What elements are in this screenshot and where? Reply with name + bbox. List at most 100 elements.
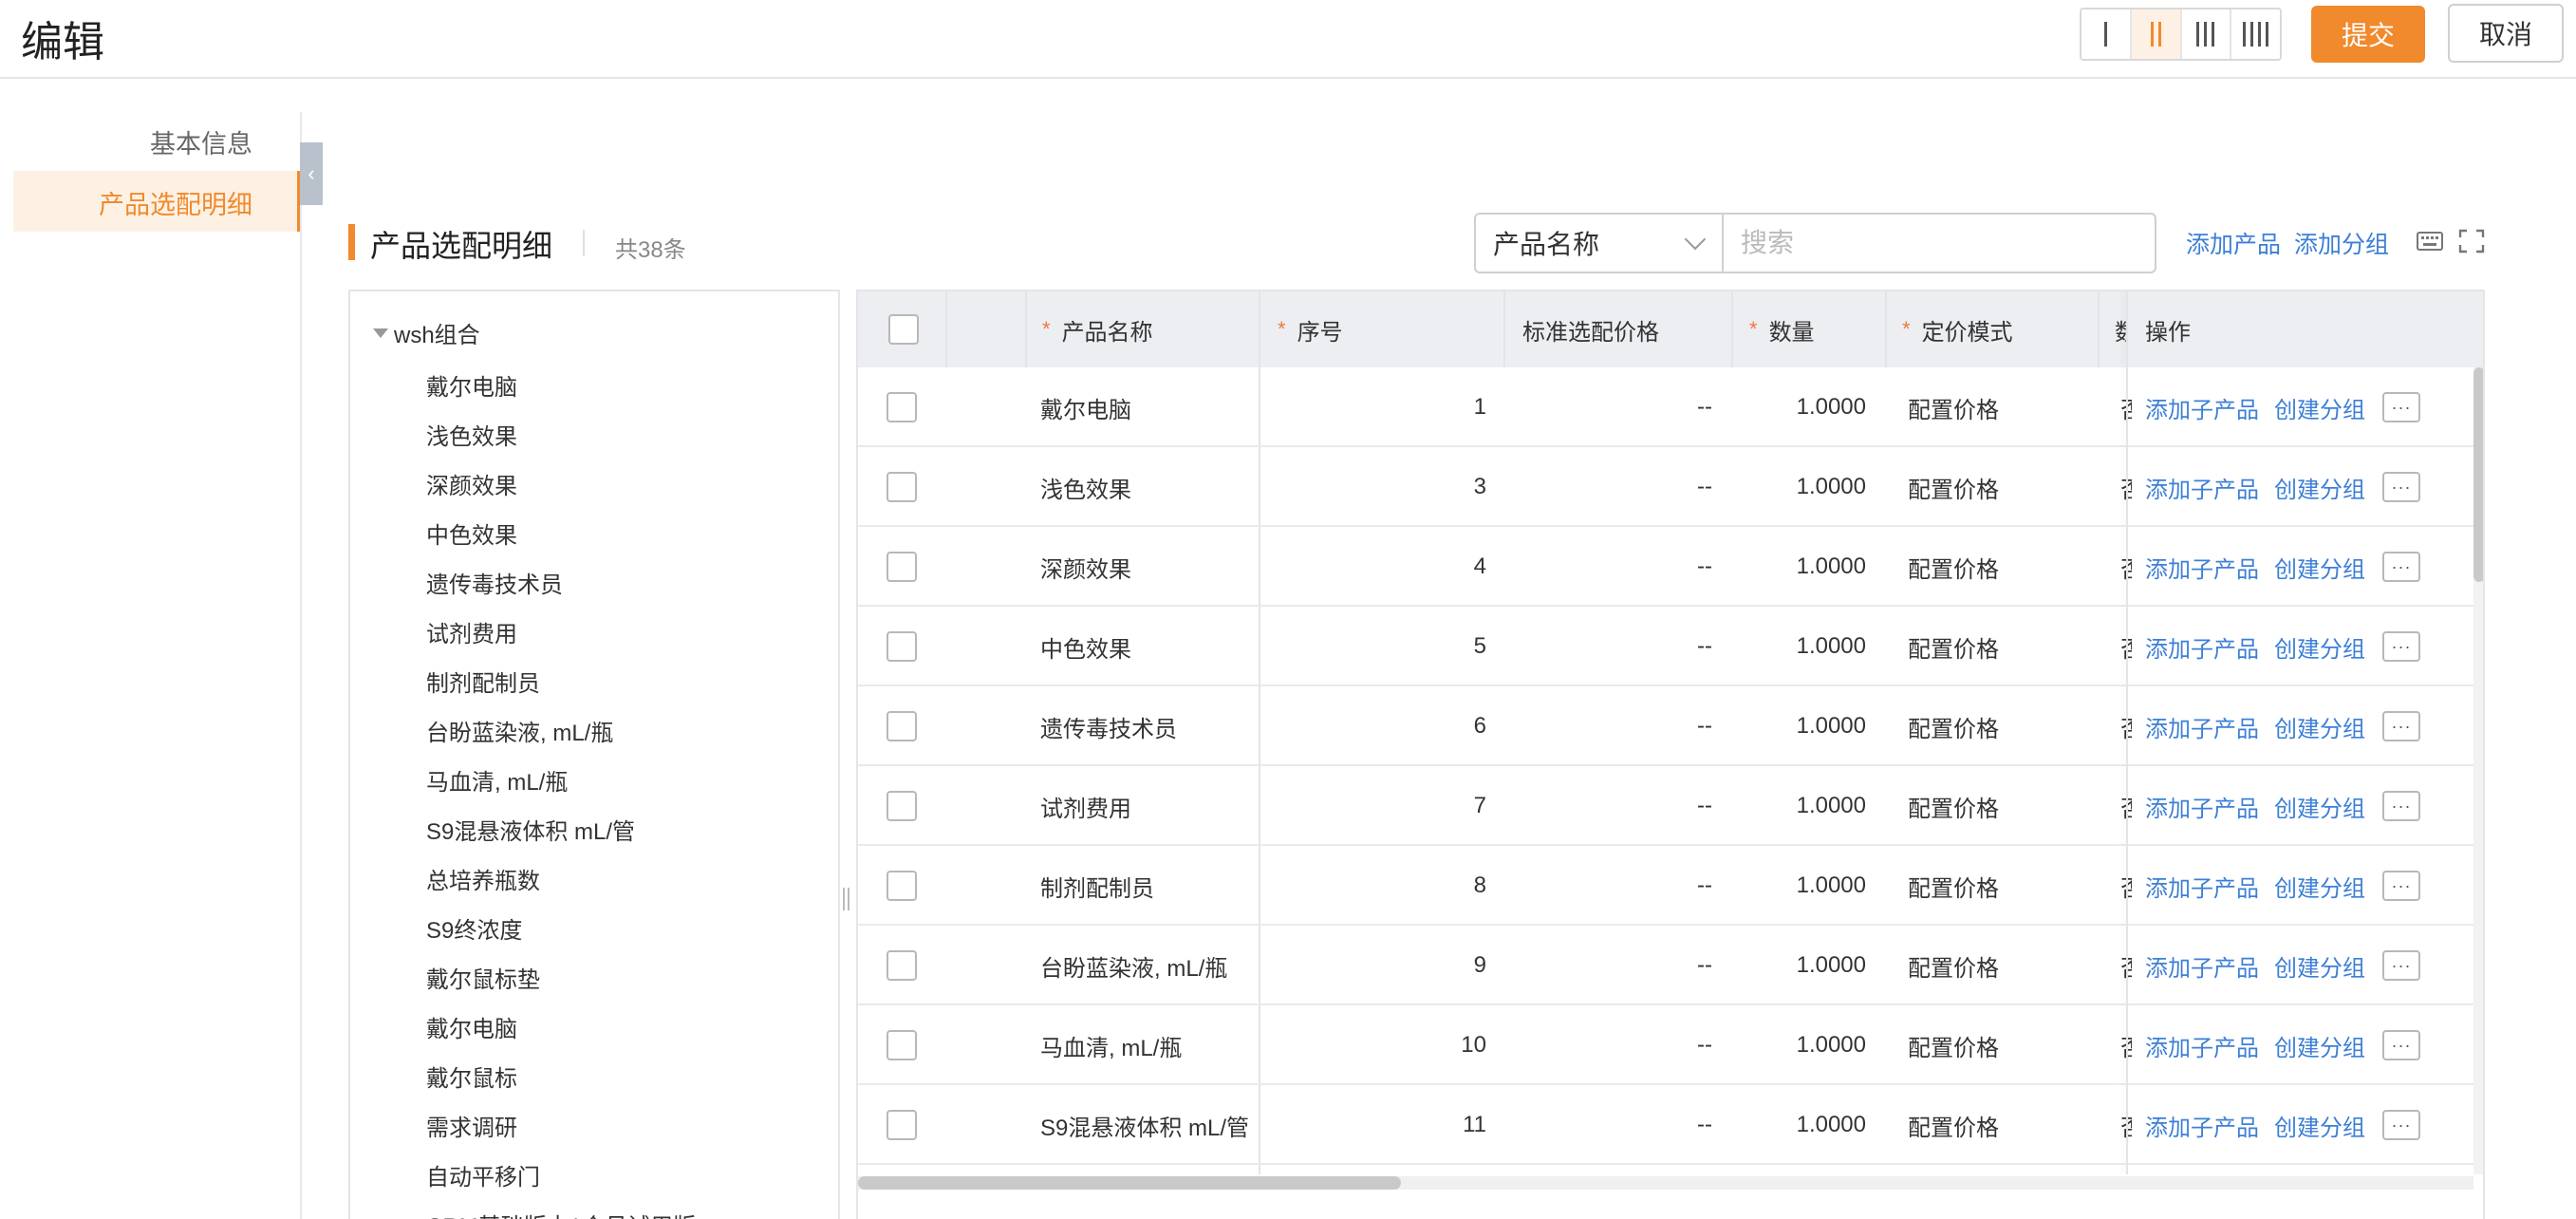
create-group-link[interactable]: 创建分组 (2274, 607, 2365, 686)
tree-item[interactable]: 遗传毒技术员 (426, 561, 696, 610)
search-field-select[interactable]: 产品名称 (1474, 213, 1724, 273)
panel-resize-handle[interactable] (840, 888, 851, 916)
add-child-product-link[interactable]: 添加子产品 (2145, 607, 2259, 686)
more-actions-icon[interactable]: ··· (2382, 791, 2420, 821)
row-checkbox[interactable] (887, 791, 917, 821)
keyboard-icon[interactable] (2416, 228, 2444, 254)
row-checkbox[interactable] (887, 552, 917, 582)
more-actions-icon[interactable]: ··· (2382, 950, 2420, 981)
add-child-product-link[interactable]: 添加子产品 (2145, 367, 2259, 447)
create-group-link[interactable]: 创建分组 (2274, 926, 2365, 1005)
tree-item[interactable]: 台盼蓝染液, mL/瓶 (426, 709, 696, 759)
create-group-label[interactable]: 创建分组 (2274, 1029, 2365, 1062)
tree-item[interactable]: 中色效果 (426, 512, 696, 561)
add-product-link[interactable]: 添加产品 (2186, 226, 2281, 260)
tree-item[interactable]: 戴尔电脑 (426, 364, 696, 413)
add-child-product-link[interactable]: 添加子产品 (2145, 1005, 2259, 1085)
row-checkbox[interactable] (887, 1110, 917, 1140)
create-group-label[interactable]: 创建分组 (2274, 471, 2365, 504)
create-group-label[interactable]: 创建分组 (2274, 790, 2365, 823)
search-input[interactable] (1722, 213, 2156, 273)
add-child-product-label[interactable]: 添加子产品 (2145, 949, 2259, 983)
create-group-link[interactable]: 创建分组 (2274, 846, 2365, 926)
add-child-product-label[interactable]: 添加子产品 (2145, 1029, 2259, 1062)
tree-item[interactable]: 深颜效果 (426, 462, 696, 512)
add-child-product-label[interactable]: 添加子产品 (2145, 551, 2259, 584)
sidebar-item-basic-info[interactable]: 基本信息 (150, 123, 252, 160)
row-checkbox[interactable] (887, 472, 917, 502)
create-group-label[interactable]: 创建分组 (2274, 949, 2365, 983)
tree-item[interactable]: 马血清, mL/瓶 (426, 759, 696, 808)
create-group-link[interactable]: 创建分组 (2274, 686, 2365, 766)
create-group-label[interactable]: 创建分组 (2274, 391, 2365, 424)
col-header-truncated[interactable]: 数 (2115, 291, 2126, 367)
caret-down-icon[interactable] (373, 328, 388, 338)
add-child-product-label[interactable]: 添加子产品 (2145, 471, 2259, 504)
add-child-product-link[interactable]: 添加子产品 (2145, 1085, 2259, 1165)
add-child-product-link[interactable]: 添加子产品 (2145, 686, 2259, 766)
tree-item[interactable]: 试剂费用 (426, 610, 696, 660)
add-child-product-link[interactable]: 添加子产品 (2145, 766, 2259, 846)
create-group-label[interactable]: 创建分组 (2274, 710, 2365, 743)
row-checkbox[interactable] (887, 631, 917, 662)
col-header-pricing-mode[interactable]: * 定价模式 (1902, 291, 2013, 367)
row-checkbox[interactable] (887, 392, 917, 422)
horizontal-scrollbar-thumb[interactable] (858, 1176, 1401, 1190)
more-actions-icon[interactable]: ··· (2382, 871, 2420, 901)
row-checkbox[interactable] (887, 871, 917, 901)
tree-item[interactable]: 戴尔鼠标 (426, 1055, 696, 1104)
tree-item[interactable]: CRM基础版本1个月试用版 (426, 1203, 696, 1219)
create-group-label[interactable]: 创建分组 (2274, 870, 2365, 903)
fullscreen-icon[interactable] (2457, 228, 2486, 254)
create-group-label[interactable]: 创建分组 (2274, 1109, 2365, 1142)
add-child-product-label[interactable]: 添加子产品 (2145, 630, 2259, 664)
tree-item[interactable]: 戴尔鼠标垫 (426, 956, 696, 1005)
create-group-link[interactable]: 创建分组 (2274, 447, 2365, 527)
cancel-button[interactable]: 取消 (2448, 4, 2564, 63)
tree-item[interactable]: 总培养瓶数 (426, 857, 696, 907)
add-group-link[interactable]: 添加分组 (2294, 226, 2389, 260)
row-checkbox[interactable] (887, 950, 917, 981)
add-child-product-link[interactable]: 添加子产品 (2145, 447, 2259, 527)
layout-4-column-button[interactable] (2231, 9, 2280, 59)
submit-button[interactable]: 提交 (2311, 6, 2425, 63)
add-child-product-label[interactable]: 添加子产品 (2145, 391, 2259, 424)
add-child-product-link[interactable]: 添加子产品 (2145, 527, 2259, 607)
more-actions-icon[interactable]: ··· (2382, 1030, 2420, 1060)
row-checkbox[interactable] (887, 1030, 917, 1060)
add-child-product-label[interactable]: 添加子产品 (2145, 1109, 2259, 1142)
col-header-seq[interactable]: * 序号 (1278, 291, 1343, 367)
add-child-product-label[interactable]: 添加子产品 (2145, 710, 2259, 743)
layout-2-column-button[interactable] (2131, 9, 2182, 59)
add-child-product-link[interactable]: 添加子产品 (2145, 846, 2259, 926)
col-header-qty[interactable]: * 数量 (1749, 291, 1815, 367)
tree-item[interactable]: 浅色效果 (426, 413, 696, 462)
create-group-link[interactable]: 创建分组 (2274, 1005, 2365, 1085)
sidebar-item-product-config[interactable]: 产品选配明细 (99, 184, 252, 221)
tree-item[interactable]: 需求调研 (426, 1104, 696, 1153)
tree-item[interactable]: S9混悬液体积 mL/管 (426, 808, 696, 857)
col-header-std-price[interactable]: 标准选配价格 (1522, 291, 1659, 367)
more-actions-icon[interactable]: ··· (2382, 472, 2420, 502)
col-header-product-name[interactable]: * 产品名称 (1042, 291, 1153, 367)
tree-item[interactable]: S9终浓度 (426, 907, 696, 956)
collapse-nav-button[interactable]: ‹ (300, 142, 323, 205)
more-actions-icon[interactable]: ··· (2382, 711, 2420, 741)
vertical-scrollbar-thumb[interactable] (2473, 367, 2483, 582)
add-child-product-label[interactable]: 添加子产品 (2145, 870, 2259, 903)
more-actions-icon[interactable]: ··· (2382, 1110, 2420, 1140)
layout-1-column-button[interactable] (2081, 9, 2132, 59)
more-actions-icon[interactable]: ··· (2382, 552, 2420, 582)
layout-3-column-button[interactable] (2181, 9, 2232, 59)
create-group-label[interactable]: 创建分组 (2274, 551, 2365, 584)
add-child-product-link[interactable]: 添加子产品 (2145, 926, 2259, 1005)
tree-item[interactable]: 自动平移门 (426, 1153, 696, 1203)
add-child-product-label[interactable]: 添加子产品 (2145, 790, 2259, 823)
more-actions-icon[interactable]: ··· (2382, 631, 2420, 662)
create-group-link[interactable]: 创建分组 (2274, 1085, 2365, 1165)
tree-item[interactable]: 戴尔电脑 (426, 1005, 696, 1055)
tree-item[interactable]: 制剂配制员 (426, 660, 696, 709)
create-group-link[interactable]: 创建分组 (2274, 766, 2365, 846)
create-group-link[interactable]: 创建分组 (2274, 367, 2365, 447)
more-actions-icon[interactable]: ··· (2382, 392, 2420, 422)
